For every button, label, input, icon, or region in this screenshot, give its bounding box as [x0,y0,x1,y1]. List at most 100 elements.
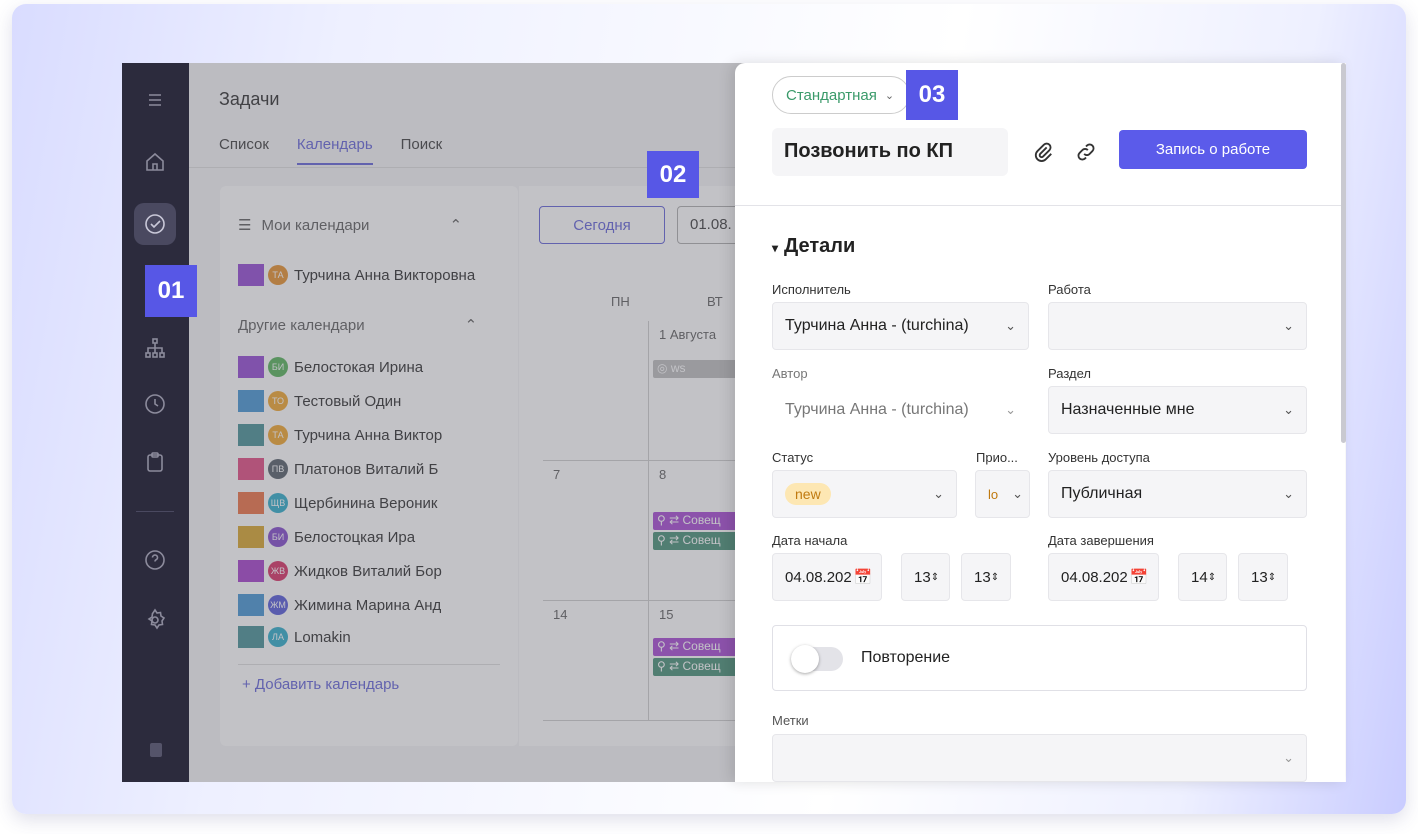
calendar-item[interactable]: ТО Тестовый Один [238,390,508,412]
calendar-item[interactable]: ЖМ Жимина Марина Анд [238,594,508,616]
calendar-color[interactable] [238,424,264,446]
calendar-item[interactable]: БИ Белостокая Ирина [238,356,508,378]
assignee-select[interactable]: Турчина Анна - (turchina) ⌄ [772,302,1029,350]
calendar-item[interactable]: ТА Турчина Анна Викторовна [238,264,508,286]
work-select[interactable]: ⌄ [1048,302,1307,350]
tab-search[interactable]: Поиск [401,136,443,165]
calendar-item[interactable]: ТА Турчина Анна Виктор [238,424,508,446]
end-minute-input[interactable]: 13 ⇕ [1238,553,1288,601]
event-title: Совещ [682,639,721,653]
calendar-item[interactable]: БИ Белостоцкая Ира [238,526,508,548]
status-label: Статус [772,450,814,465]
end-date-label: Дата завершения [1048,533,1154,548]
clipboard-icon[interactable] [134,441,176,483]
tasks-icon[interactable] [134,203,176,245]
repeat-toggle[interactable] [791,645,843,673]
calendar-color[interactable] [238,458,264,480]
access-value: Публичная [1061,485,1143,502]
author-label: Автор [772,366,808,381]
stepper-icon[interactable]: ⇕ [1208,572,1216,583]
calendar-color[interactable] [238,390,264,412]
page-title: Задачи [219,89,280,109]
calendar-color[interactable] [238,560,264,582]
attachment-icon[interactable] [1032,141,1056,165]
start-minute-input[interactable]: 13 ⇕ [961,553,1011,601]
calendar-cell[interactable]: 7 [543,461,649,601]
calendar-name: Жидков Виталий Бор [294,562,442,580]
stepper-icon[interactable]: ⇕ [991,572,999,583]
status-select[interactable]: new ⌄ [772,470,957,518]
calendar-icon[interactable]: 📅 [854,568,873,586]
calendar-color[interactable] [238,492,264,514]
start-date-input[interactable]: 04.08.202 📅 [772,553,882,601]
section-select[interactable]: Назначенные мне ⌄ [1048,386,1307,434]
start-hour-input[interactable]: 13 ⇕ [901,553,950,601]
avatar: ПВ [268,459,288,479]
structure-icon[interactable] [134,327,176,369]
repeat-section: Повторение [772,625,1307,691]
chevron-up-icon[interactable]: ⌃ [465,316,478,334]
panel-scrollbar[interactable] [1341,63,1346,443]
home-icon[interactable] [134,141,176,183]
tags-select[interactable]: ⌄ [772,734,1307,782]
priority-select[interactable]: lo ⌄ [975,470,1030,518]
end-hour-input[interactable]: 14 ⇕ [1178,553,1227,601]
main-area: Задачи Список Календарь Поиск ☰ Мои кале… [189,63,809,782]
tab-list[interactable]: Список [219,136,269,165]
priority-label: Прио... [976,450,1018,465]
task-type-select[interactable]: Стандартная ⌄ [772,76,910,114]
calendar-item[interactable]: ЩВ Щербинина Вероник [238,492,508,514]
stepper-icon[interactable]: ⇕ [1268,572,1276,583]
sidebar-divider [136,511,174,512]
link-icon[interactable] [1075,141,1099,165]
chevron-down-icon: ⌄ [1283,486,1294,501]
tab-calendar[interactable]: Календарь [296,136,373,165]
avatar: ТА [268,265,288,285]
weekday-label: ВТ [707,294,723,309]
avatar: ЩВ [268,493,288,513]
calendar-color[interactable] [238,526,264,548]
calendar-item[interactable]: ПВ Платонов Виталий Б [238,458,508,480]
calendar-cell[interactable]: 14 [543,601,649,721]
add-calendar-link[interactable]: + Добавить календарь [242,676,399,693]
calendar-item[interactable]: ЛА Lomakin [238,626,508,648]
calendar-color[interactable] [238,594,264,616]
chevron-up-icon[interactable]: ⌃ [449,216,462,234]
calendar-name: Тестовый Один [294,392,402,410]
access-select[interactable]: Публичная ⌄ [1048,470,1307,518]
cell-date: 7 [553,467,561,482]
calendar-color[interactable] [238,356,264,378]
calendar-name: Lomakin [294,628,351,646]
work-log-button[interactable]: Запись о работе [1119,130,1307,169]
clock-icon[interactable] [134,383,176,425]
calendar-name: Щербинина Вероник [294,494,438,512]
chevron-down-icon: ⌄ [1012,486,1023,501]
work-label: Работа [1048,282,1091,297]
task-title-input[interactable]: Позвонить по КП [772,128,1008,176]
caret-down-icon: ▾ [772,241,779,255]
menu-icon[interactable] [134,79,176,121]
info-icon[interactable] [150,743,162,757]
my-calendars-header[interactable]: ☰ Мои календари ⌃ [238,216,462,235]
chevron-down-icon: ⌄ [1283,750,1294,765]
end-minute-value: 13 [1251,568,1268,586]
event-title: Совещ [682,513,721,527]
avatar: ТО [268,391,288,411]
calendar-name: Турчина Анна Виктор [294,426,443,444]
end-date-input[interactable]: 04.08.202 📅 [1048,553,1159,601]
calendar-name: Жимина Марина Анд [294,596,442,614]
calendar-color[interactable] [238,264,264,286]
calendar-item[interactable]: ЖВ Жидков Виталий Бор [238,560,508,582]
check-icon: ◎ [657,361,671,375]
stepper-icon[interactable]: ⇕ [931,572,939,583]
chevron-down-icon: ⌄ [933,486,944,501]
calendar-color[interactable] [238,626,264,648]
calendar-cell[interactable] [543,321,649,461]
today-button[interactable]: Сегодня [539,206,665,244]
other-calendars-header[interactable]: Другие календари ⌃ [238,316,478,335]
help-icon[interactable] [134,539,176,581]
details-section-header[interactable]: ▾ Детали [772,235,855,258]
calendar-name: Платонов Виталий Б [294,460,439,478]
calendar-icon[interactable]: 📅 [1130,568,1149,586]
settings-icon[interactable] [134,599,176,641]
